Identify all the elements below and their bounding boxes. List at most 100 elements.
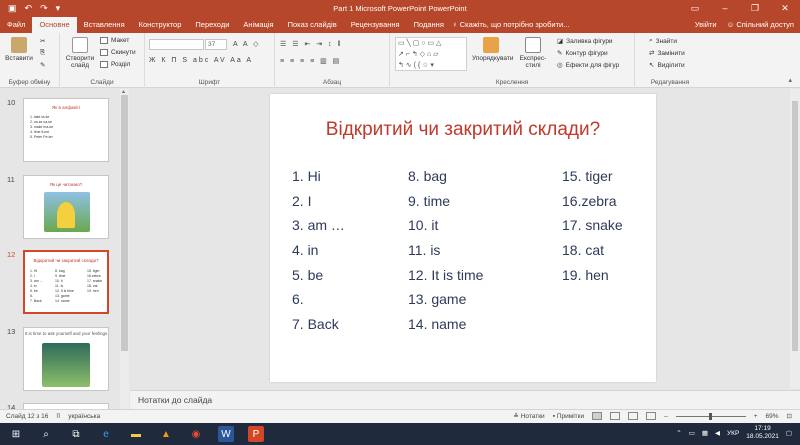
thumbnail-text: 1. take ta-ke 2. ca-se ca-se 3. make ma-… [30, 115, 54, 139]
collapse-ribbon-icon[interactable]: ▴ [788, 76, 792, 84]
task-view-icon[interactable]: ⧉ [68, 426, 84, 442]
tab-animations[interactable]: Анімація [236, 17, 280, 33]
arrange-button[interactable]: Упорядкувати [472, 37, 513, 62]
normal-view-icon[interactable] [592, 412, 603, 420]
font-grow-shrink[interactable]: A A ◇ [233, 40, 260, 48]
cut-button[interactable]: ✂ [40, 37, 45, 45]
tell-me-box[interactable]: ♀ Скажіть, що потрібно зробити... [452, 17, 569, 33]
reset-button[interactable]: Скинути [100, 49, 136, 56]
redo-icon[interactable]: ↷ [40, 4, 48, 13]
find-button[interactable]: ⌕ Знайти [649, 37, 677, 45]
shape-outline-button[interactable]: ✎ Контур фігури [557, 49, 608, 58]
close-button[interactable]: ✕ [770, 0, 800, 17]
quick-styles-button[interactable]: Експрес-стилі [514, 37, 552, 69]
list-item: 8. bag [408, 168, 447, 184]
spellcheck-icon[interactable]: ⌷ [56, 413, 60, 421]
list-item: 2. I [292, 192, 312, 209]
share-button[interactable]: ☺ Спільний доступ [727, 17, 794, 33]
comments-toggle-button[interactable]: ▪ Примітки [553, 413, 584, 420]
tab-file[interactable]: Файл [0, 17, 32, 33]
slide-column-1[interactable]: 1. Hi 2. I 3. am … 4. in 5. be 6. 7. Bac… [292, 164, 345, 337]
slide-title[interactable]: Відкритий чи закритий склади? [270, 119, 656, 141]
battery-icon[interactable]: ▭ [689, 429, 695, 437]
slideshow-icon[interactable] [646, 412, 657, 420]
minimize-button[interactable]: – [710, 0, 740, 17]
shapes-gallery[interactable]: ▭ ╲ ▢ ○ ▭ △ ↗ ⌐ ↰ ◇ ⌂ ▱ ↰ ∿ ( { ☆ ▾ [395, 37, 467, 71]
new-slide-icon [72, 37, 88, 53]
tab-insert[interactable]: Вставлення [77, 17, 132, 33]
slide-sorter-icon[interactable] [610, 412, 621, 420]
vlc-icon[interactable]: ▲ [158, 426, 174, 442]
file-explorer-icon[interactable]: ▬ [128, 426, 144, 442]
font-name-combo[interactable] [149, 39, 204, 50]
ribbon-display-icon[interactable]: ▭ [680, 0, 710, 17]
powerpoint-icon[interactable]: P [248, 426, 264, 442]
save-icon[interactable]: ▣ [8, 4, 17, 13]
notifications-icon[interactable]: ▢ [786, 429, 792, 437]
list-item: 18. cat [562, 242, 605, 259]
word-icon[interactable]: W [218, 426, 234, 442]
tab-home[interactable]: Основне [32, 17, 77, 33]
copy-button[interactable]: ⎘ [40, 49, 45, 57]
system-tray: ⌃ ▭ ▦ ◀ УКР 17:19 18.05.2021 ▢ [676, 425, 792, 441]
slide-thumbnail-12[interactable]: Відкритий чи закритий склади? 1. Hi 2. I3… [23, 250, 109, 314]
section-button[interactable]: Розділ [100, 61, 130, 68]
new-slide-button[interactable]: Створити слайд [64, 37, 96, 69]
slide-thumbnail-13[interactable]: It is time to ask yourself and your feel… [23, 327, 109, 391]
zoom-slider-knob[interactable] [708, 412, 712, 420]
slide-number: 11 [7, 175, 15, 184]
customize-qat-icon[interactable]: ▾ [56, 4, 61, 13]
tab-view[interactable]: Подання [407, 17, 451, 33]
edge-icon[interactable]: e [98, 426, 114, 442]
slide-thumbnail-10[interactable]: Як в алфавіті 1. take ta-ke 2. ca-se ca-… [23, 98, 109, 162]
select-button[interactable]: ↖ Виділити [649, 61, 685, 70]
layout-icon [100, 37, 108, 44]
paste-button[interactable]: Вставити [4, 37, 34, 62]
chrome-icon[interactable]: ◉ [188, 426, 204, 442]
tab-design[interactable]: Конструктор [132, 17, 189, 33]
language-indicator[interactable]: українська [68, 413, 100, 421]
undo-icon[interactable]: ↶ [25, 4, 33, 13]
list-buttons[interactable]: ☰ ☰ ⇤ ⇥ ↕ ‖ [280, 40, 342, 48]
notes-pane[interactable]: Нотатки до слайда [130, 390, 800, 409]
format-painter-button[interactable]: ✎ [40, 61, 45, 69]
layout-button[interactable]: Макет [100, 37, 129, 44]
slide-column-2[interactable]: 8. bag 9. time 10. it 11. is 12. It is t… [408, 164, 483, 337]
replace-button[interactable]: ⇄ Замінити [649, 49, 685, 58]
arrange-icon [483, 37, 499, 53]
fit-slide-icon[interactable]: ⊡ [787, 412, 792, 420]
current-slide[interactable]: Відкритий чи закритий склади? 1. Hi 2. I… [270, 94, 656, 382]
signin-link[interactable]: Увійти [695, 17, 717, 33]
slide-column-3[interactable]: 15. tiger 16.zebra 17. snake 18. cat 19.… [562, 164, 623, 287]
slide-thumbnail-11[interactable]: Як це читаємо? [23, 175, 109, 239]
font-format-buttons[interactable]: Ж К П S abc AV Aa A [149, 57, 253, 64]
network-icon[interactable]: ▦ [702, 429, 708, 437]
thumbnails-scroll-thumb[interactable] [121, 95, 128, 351]
zoom-in-button[interactable]: + [754, 413, 758, 420]
list-item: 9. time [408, 192, 451, 209]
zoom-slider[interactable] [675, 412, 746, 420]
zoom-level[interactable]: 69% [766, 413, 779, 420]
shape-effects-button[interactable]: ◎ Ефекти для фігур [557, 61, 619, 70]
notes-toggle-button[interactable]: ≙ Нотатки [513, 412, 544, 420]
thumbnails-scrollbar[interactable]: ▲ [120, 89, 129, 409]
align-buttons[interactable]: ≡ ≡ ≡ ≡ ▥ ▤ [280, 57, 341, 65]
font-size-combo[interactable]: 37 [205, 39, 227, 50]
group-slides: Створити слайд Макет Скинути Розділ Слай… [60, 33, 145, 88]
volume-icon[interactable]: ◀ [715, 429, 720, 437]
main-scrollbar[interactable] [790, 89, 800, 389]
main-scroll-thumb[interactable] [792, 101, 798, 351]
zoom-out-button[interactable]: – [664, 413, 668, 420]
shape-fill-button[interactable]: ◪ Заливка фігури [557, 37, 613, 46]
windows-start-icon[interactable]: ⊞ [8, 426, 24, 442]
tab-slideshow[interactable]: Показ слайдів [281, 17, 344, 33]
tab-review[interactable]: Рецензування [344, 17, 407, 33]
restore-button[interactable]: ❐ [740, 0, 770, 17]
slide-number: 12 [7, 250, 16, 259]
tray-chevron-icon[interactable]: ⌃ [676, 429, 681, 437]
reading-view-icon[interactable] [628, 412, 639, 420]
input-language[interactable]: УКР [727, 430, 739, 437]
tab-transitions[interactable]: Переходи [188, 17, 236, 33]
clock[interactable]: 17:19 18.05.2021 [746, 425, 779, 441]
search-icon[interactable]: ⌕ [38, 426, 54, 442]
